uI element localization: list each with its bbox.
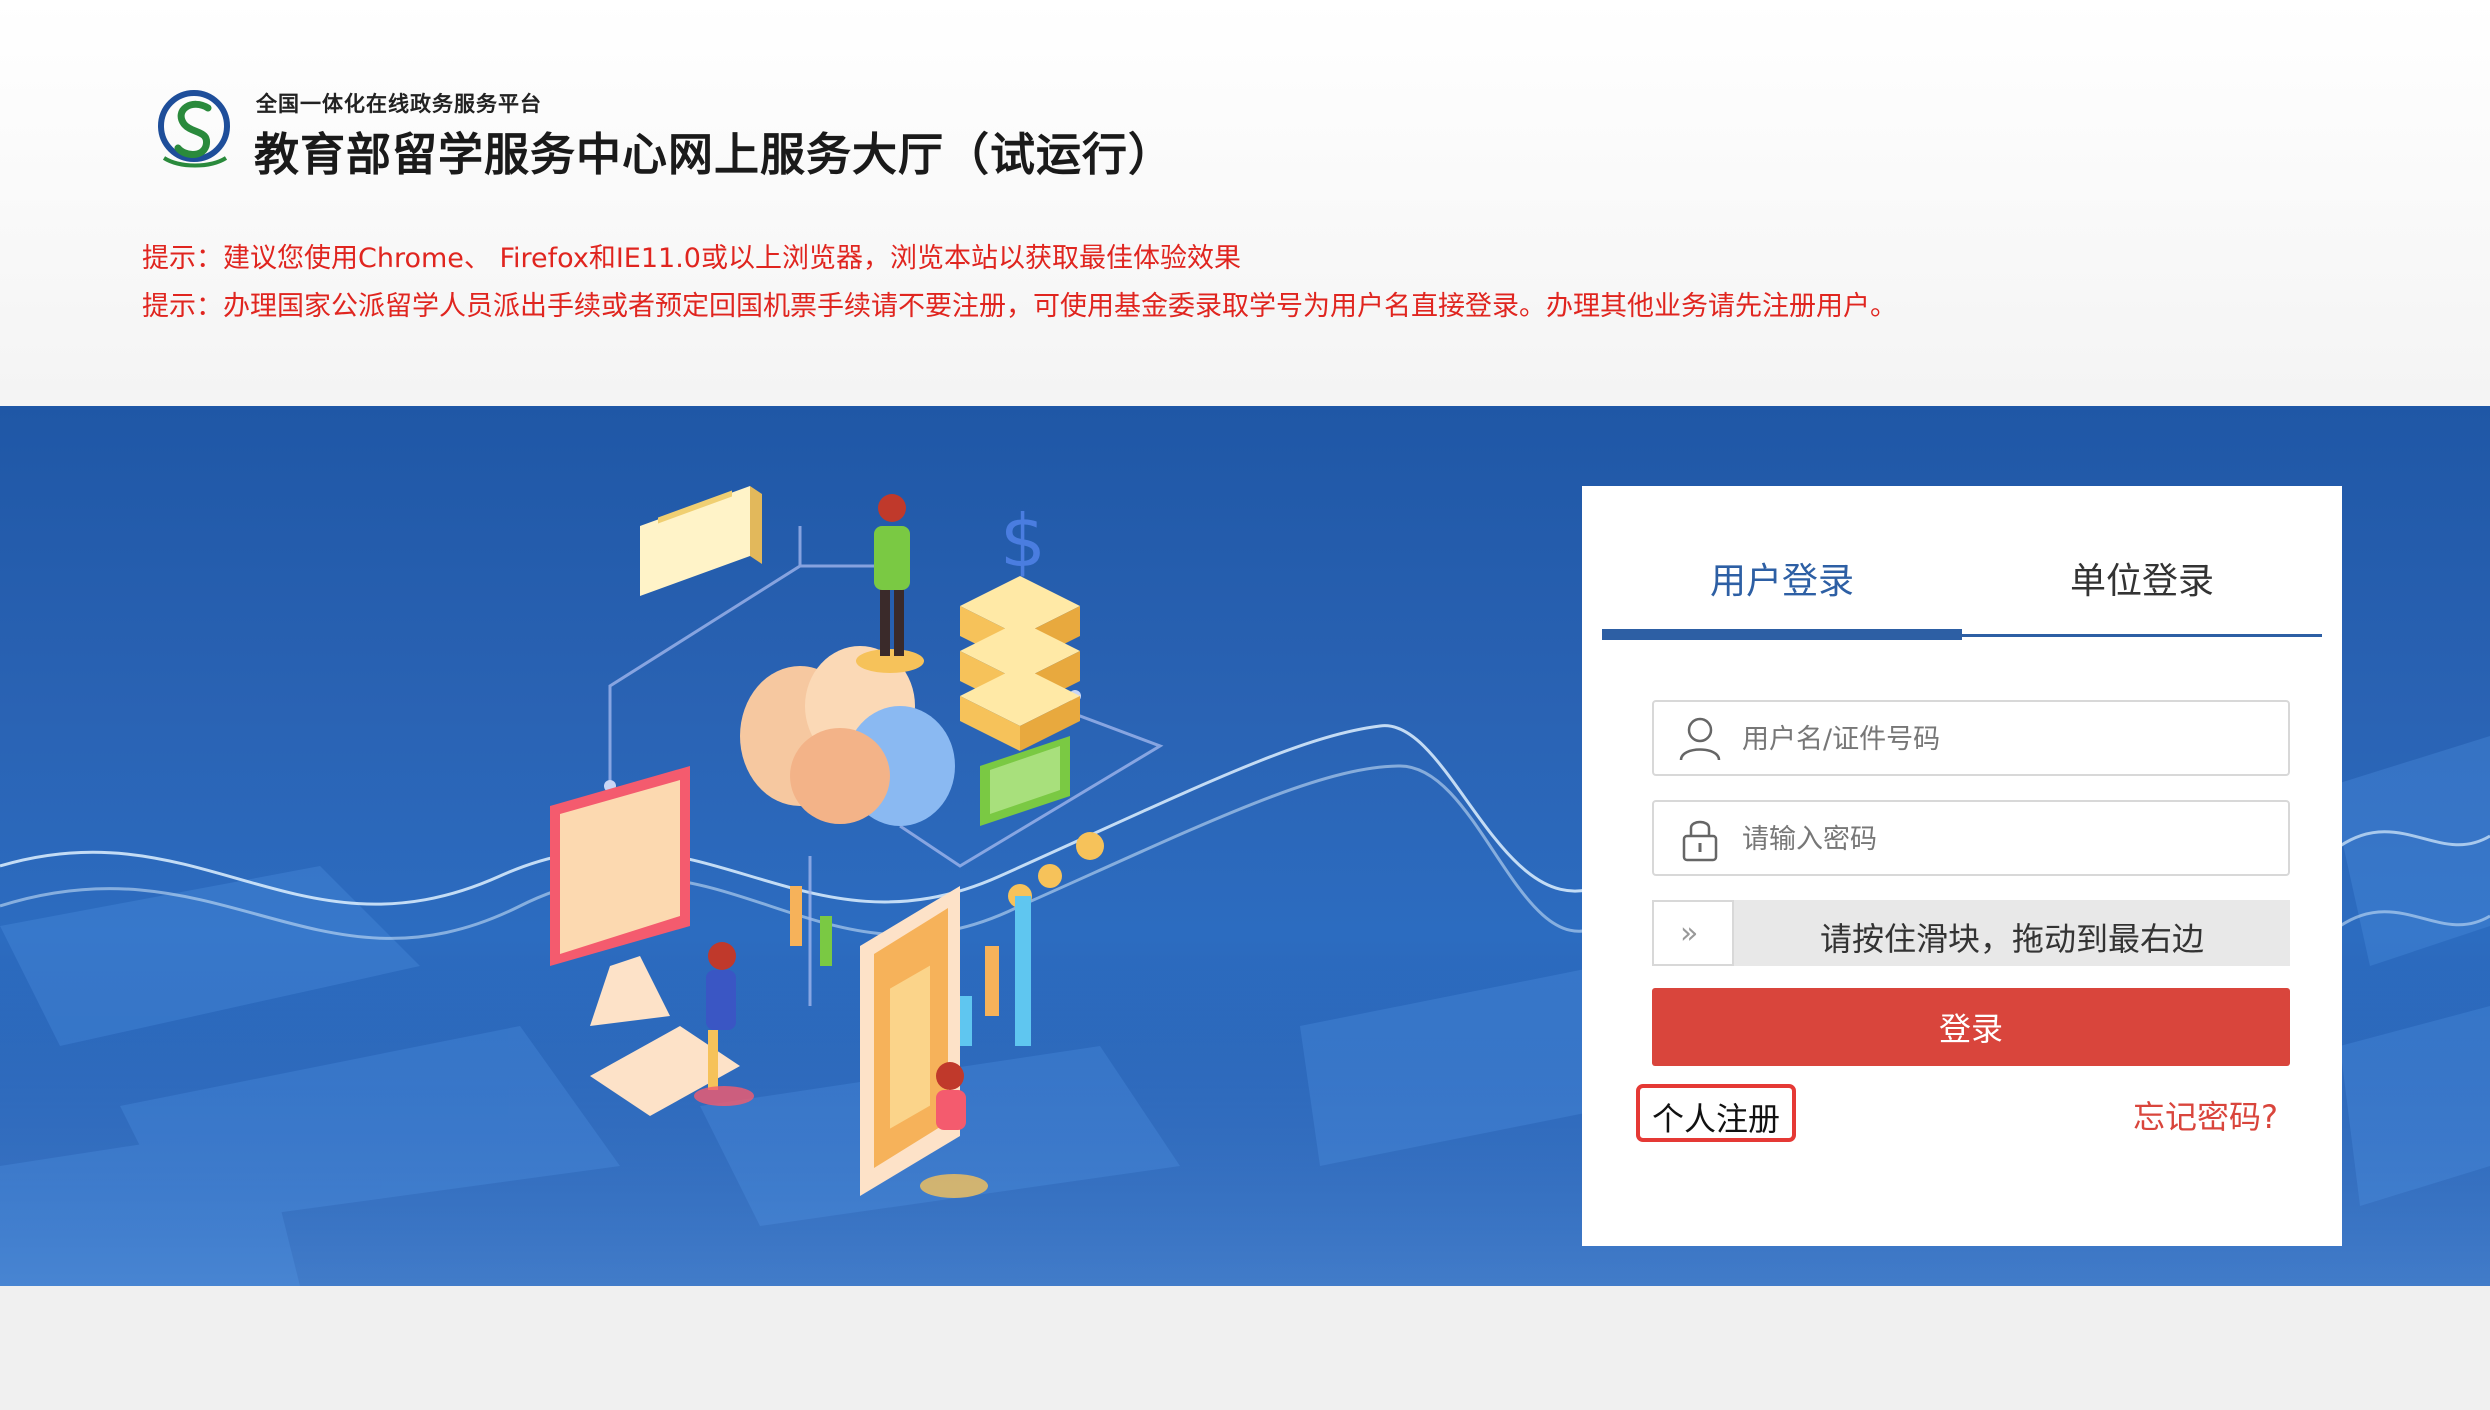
- password-input[interactable]: [1740, 812, 2264, 866]
- hero-banner: $ 用户登录 单位登录 用户名/证件号码 请按住滑块，拖动到最右边 » 登录 个…: [0, 406, 2490, 1286]
- captcha-slider[interactable]: 请按住滑块，拖动到最右边 »: [1652, 900, 2290, 966]
- browser-tip: 提示：建议您使用Chrome、 Firefox和IE11.0或以上浏览器，浏览本…: [142, 243, 1241, 274]
- double-chevron-right-icon: »: [1680, 916, 1699, 951]
- lock-icon: [1682, 820, 1718, 862]
- site-title: 教育部留学服务中心网上服务大厅（试运行）: [254, 128, 1175, 181]
- register-label: 个人注册: [1652, 1100, 1781, 1138]
- password-field[interactable]: [1652, 800, 2290, 876]
- registration-tip: 提示：办理国家公派留学人员派出手续或者预定回国机票手续请不要注册，可使用基金委录…: [142, 291, 1897, 322]
- username-input[interactable]: [1740, 712, 2264, 766]
- platform-name: 全国一体化在线政务服务平台: [256, 92, 542, 116]
- user-icon: [1679, 717, 1721, 761]
- slider-instruction: 请按住滑块，拖动到最右边: [1819, 920, 2204, 958]
- tab-user-login[interactable]: 用户登录: [1710, 552, 1854, 604]
- login-card: 用户登录 单位登录 请按住滑块，拖动到最右边 » 登录: [1582, 486, 2342, 1246]
- username-field[interactable]: [1652, 700, 2290, 776]
- forgot-password-link[interactable]: 忘记密码?: [2133, 1092, 2278, 1138]
- cscse-logo-icon: [158, 90, 230, 168]
- login-button[interactable]: 登录: [1652, 988, 2290, 1066]
- register-link[interactable]: 个人注册: [1636, 1084, 1796, 1142]
- svg-text:$: $: [1000, 499, 1046, 583]
- tab-unit-login[interactable]: 单位登录: [2070, 552, 2214, 604]
- slider-handle[interactable]: »: [1652, 900, 1734, 966]
- tab-active-indicator: [1602, 629, 1962, 640]
- footer-band: [0, 1286, 2490, 1410]
